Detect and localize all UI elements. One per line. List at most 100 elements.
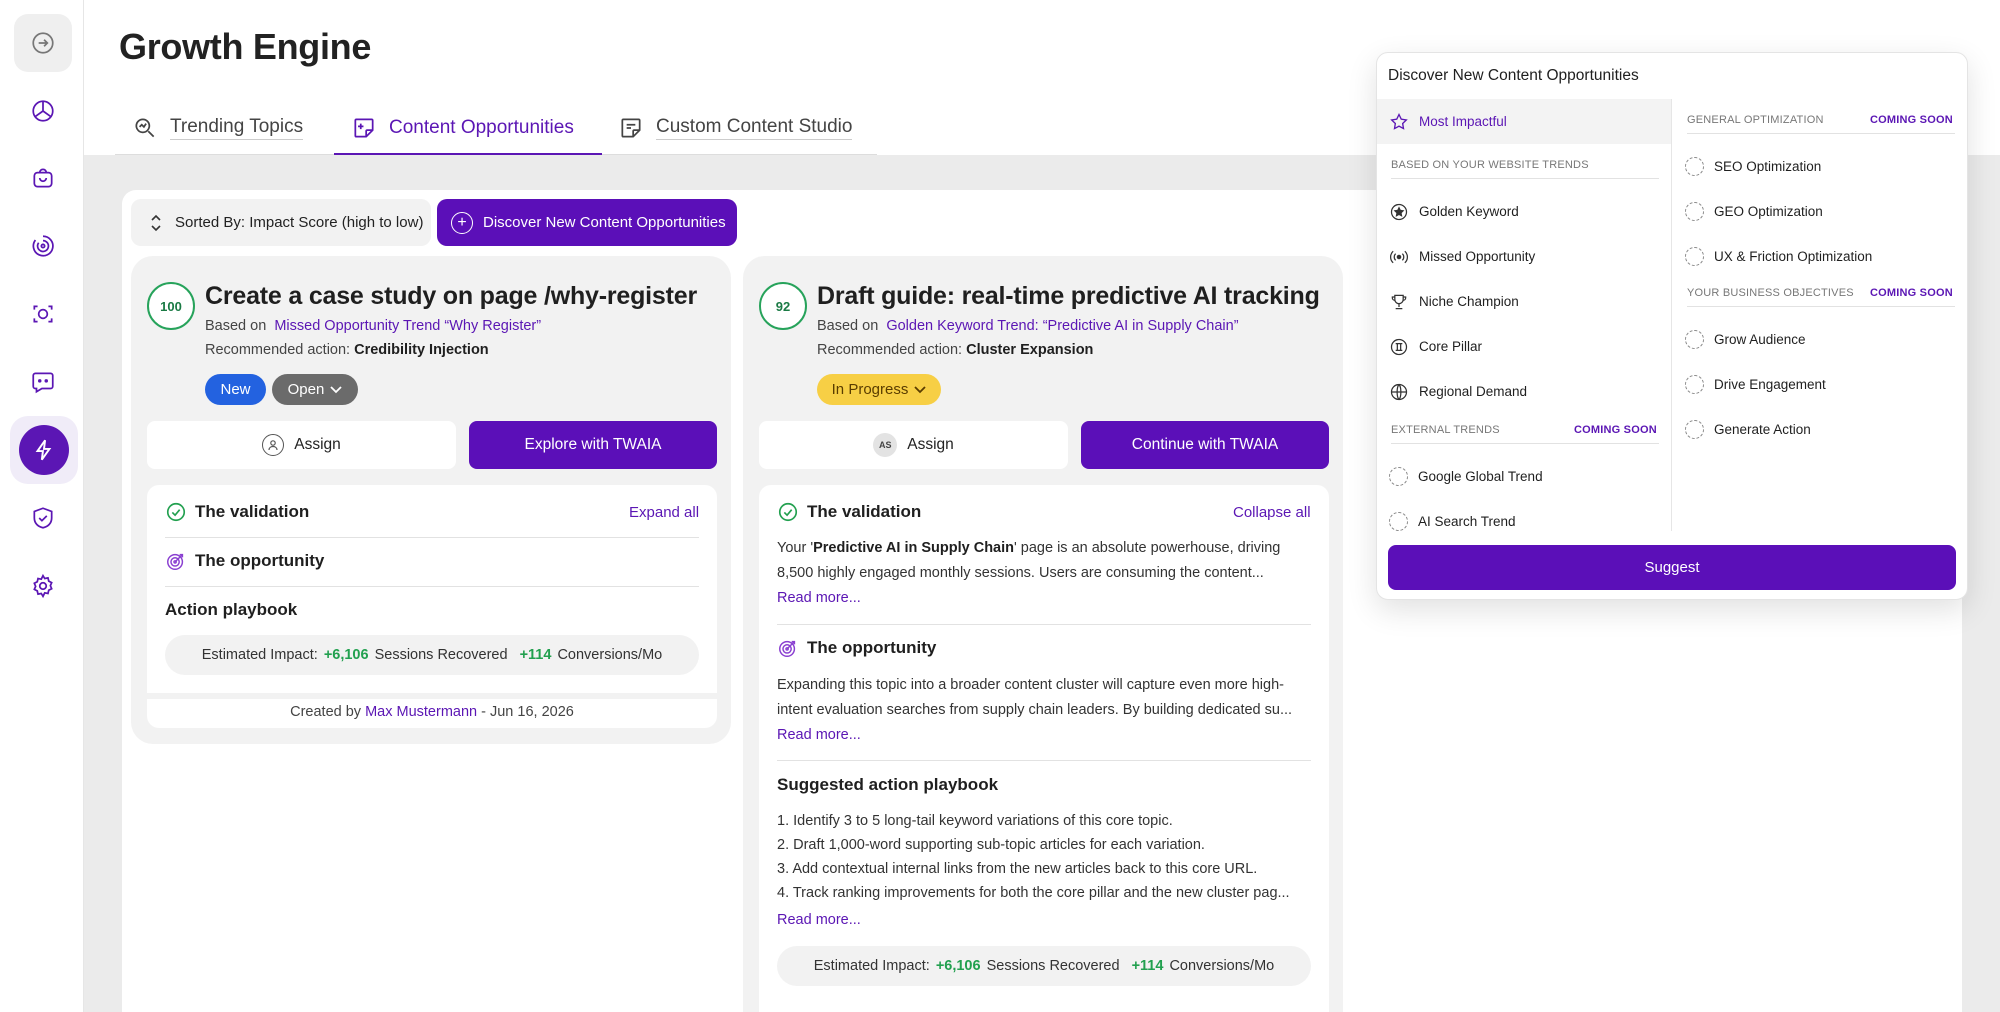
assign-button[interactable]: Assign (147, 421, 456, 469)
assignee-avatar: AS (873, 433, 898, 457)
divider (165, 537, 699, 538)
tab-trending-topics[interactable]: Trending Topics (132, 100, 304, 155)
collapse-sidebar-icon[interactable] (14, 14, 72, 72)
opportunity-header[interactable]: The opportunity (777, 637, 936, 659)
status-dropdown-label: Open (287, 381, 325, 398)
discover-button-label: Discover New Content Opportunities (483, 214, 726, 231)
option-geo-optimization[interactable]: GEO Optimization (1673, 189, 1823, 234)
sort-chevrons-icon (151, 214, 161, 231)
option-missed-opportunity[interactable]: Missed Opportunity (1377, 234, 1535, 279)
dashed-circle-icon (1685, 247, 1704, 266)
assign-button[interactable]: AS Assign (759, 421, 1068, 469)
option-google-global-trend[interactable]: Google Global Trend (1377, 454, 1543, 499)
progress-icon[interactable] (14, 217, 72, 275)
sort-dropdown[interactable]: Sorted By: Impact Score (high to low) (131, 199, 431, 246)
discover-opportunities-dropdown: Discover New Content Opportunities Most … (1376, 52, 1968, 600)
recommended-action-value: Credibility Injection (354, 342, 489, 358)
option-ux-friction-optimization[interactable]: UX & Friction Optimization (1673, 234, 1872, 279)
tab-content-opportunities[interactable]: Content Opportunities (334, 100, 602, 156)
validation-label: The validation (195, 502, 310, 521)
expand-all-link[interactable]: Expand all (629, 504, 699, 521)
option-niche-champion[interactable]: Niche Champion (1377, 279, 1519, 324)
explore-with-twaia-button[interactable]: Explore with TWAIA (469, 421, 717, 469)
option-label: Google Global Trend (1418, 469, 1543, 484)
creator-name-link[interactable]: Max Mustermann (365, 704, 477, 720)
opportunity-label: The opportunity (807, 638, 937, 657)
recommended-action: Recommended action: Cluster Expansion (817, 342, 1093, 358)
growth-engine-icon[interactable] (10, 416, 78, 484)
recommended-action-prefix: Recommended action: (205, 342, 351, 358)
divider (1391, 178, 1659, 179)
impact-prefix: Estimated Impact: (201, 647, 318, 663)
discover-opportunities-button[interactable]: + Discover New Content Opportunities (437, 199, 737, 246)
based-on-trend-link[interactable]: Golden Keyword Trend: “Predictive AI in … (886, 318, 1238, 334)
suggest-button[interactable]: Suggest (1388, 545, 1956, 590)
coming-soon-badge: COMING SOON (1574, 424, 1657, 436)
sort-label: Sorted By: Impact Score (high to low) (175, 214, 424, 231)
status-dropdown[interactable]: In Progress (817, 374, 941, 405)
option-label: Most Impactful (1419, 114, 1507, 129)
tab-trending-topics-label: Trending Topics (170, 116, 304, 140)
impact-prefix: Estimated Impact: (813, 958, 930, 974)
option-regional-demand[interactable]: Regional Demand (1377, 369, 1527, 414)
dashed-circle-icon (1389, 512, 1408, 531)
website-trends-caption: BASED ON YOUR WEBSITE TRENDS (1391, 159, 1589, 171)
assign-label: Assign (907, 436, 954, 453)
option-label: Regional Demand (1419, 384, 1528, 399)
based-on-prefix: Based on (817, 318, 879, 334)
content-opportunity-icon (354, 117, 374, 138)
estimated-impact: Estimated Impact: +6,106 Sessions Recove… (165, 635, 699, 675)
recommended-action-prefix: Recommended action: (817, 342, 963, 358)
shield-icon[interactable] (14, 489, 72, 547)
check-circle-icon (778, 502, 798, 522)
sessions-value: +6,106 (323, 647, 369, 663)
status-dropdown[interactable]: Open (272, 374, 358, 405)
tab-custom-content-studio[interactable]: Custom Content Studio (618, 100, 853, 155)
dropdown-title: Discover New Content Opportunities (1388, 67, 1639, 84)
action-playbook-title[interactable]: Action playbook (165, 600, 297, 620)
option-drive-engagement[interactable]: Drive Engagement (1673, 362, 1826, 407)
divider (1391, 443, 1659, 444)
user-placeholder-icon (262, 434, 285, 456)
dashed-circle-icon (1389, 467, 1408, 486)
tab-content-opportunities-label: Content Opportunities (389, 116, 574, 138)
conversions-value: +114 (519, 647, 552, 663)
option-most-impactful[interactable]: Most Impactful (1377, 99, 1671, 144)
option-label: SEO Optimization (1714, 159, 1822, 174)
option-ai-search-trend[interactable]: AI Search Trend (1377, 499, 1516, 544)
read-more-link[interactable]: Read more... (777, 590, 861, 606)
shopping-bag-icon[interactable] (14, 149, 72, 207)
option-seo-optimization[interactable]: SEO Optimization (1673, 144, 1821, 189)
continue-with-twaia-button[interactable]: Continue with TWAIA (1081, 421, 1329, 469)
validation-header[interactable]: The validation (777, 501, 921, 523)
suggested-playbook-title: Suggested action playbook (777, 775, 999, 794)
option-golden-keyword[interactable]: Golden Keyword (1377, 189, 1519, 234)
playbook-steps: 1. Identify 3 to 5 long-tail keyword var… (777, 809, 1311, 905)
opportunity-header[interactable]: The opportunity (165, 550, 324, 572)
validation-header[interactable]: The validation (165, 501, 309, 523)
star-badge-icon (1390, 203, 1408, 220)
card-details: The validation Collapse all Your 'Predic… (759, 485, 1329, 1012)
option-label: Core Pillar (1419, 339, 1483, 354)
chat-icon[interactable] (14, 353, 72, 411)
playbook-step: 1. Identify 3 to 5 long-tail keyword var… (777, 813, 1173, 829)
read-more-link[interactable]: Read more... (777, 727, 861, 743)
broadcast-icon (1389, 250, 1409, 263)
created-by: Created by Max Mustermann - Jun 16, 2026 (147, 704, 717, 720)
collapse-all-link[interactable]: Collapse all (1233, 504, 1311, 521)
option-generate-action[interactable]: Generate Action (1673, 407, 1811, 452)
card-based-on: Based on Missed Opportunity Trend “Why R… (205, 318, 541, 334)
option-grow-audience[interactable]: Grow Audience (1673, 317, 1806, 362)
settings-gear-icon[interactable] (14, 557, 72, 615)
column-divider (1671, 99, 1672, 531)
impact-score-badge: 100 (147, 282, 195, 330)
option-core-pillar[interactable]: Core Pillar (1377, 324, 1482, 369)
scan-icon[interactable] (14, 285, 72, 343)
based-on-trend-link[interactable]: Missed Opportunity Trend “Why Register” (274, 318, 541, 334)
read-more-link[interactable]: Read more... (777, 912, 861, 928)
card-title: Create a case study on page /why-registe… (205, 282, 697, 310)
impact-score-badge: 92 (759, 282, 807, 330)
external-trends-caption: EXTERNAL TRENDS (1391, 424, 1500, 436)
analytics-icon[interactable] (14, 82, 72, 140)
playbook-step: 3. Add contextual internal links from th… (777, 861, 1258, 877)
